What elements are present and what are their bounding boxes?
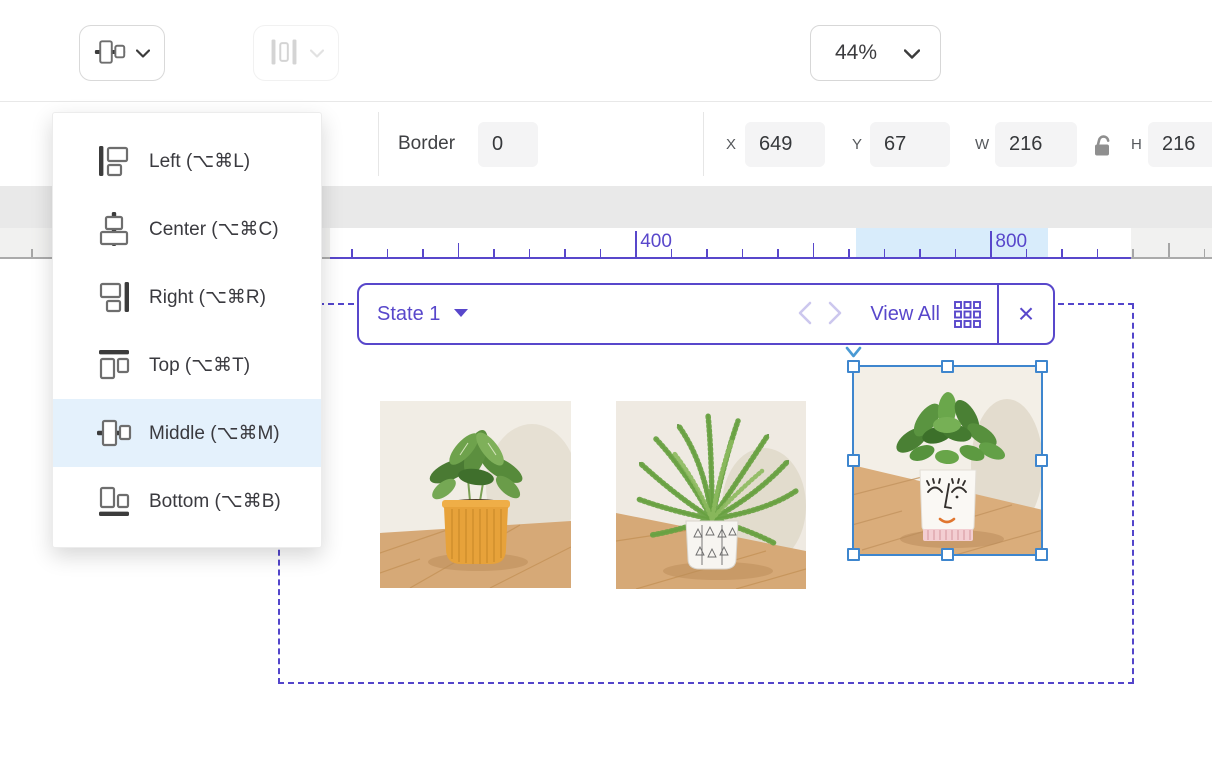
resize-handle-e[interactable] xyxy=(1035,454,1048,467)
border-label: Border xyxy=(398,102,455,186)
carousel-image-2[interactable] xyxy=(616,401,806,589)
view-all-link[interactable]: View All xyxy=(870,303,940,326)
menu-item-label: Top (⌥⌘T) xyxy=(149,354,250,377)
menu-item-label: Middle (⌥⌘M) xyxy=(149,422,280,445)
carousel-image-1[interactable] xyxy=(380,401,571,588)
resize-handle-ne[interactable] xyxy=(1035,360,1048,373)
resize-handle-w[interactable] xyxy=(847,454,860,467)
close-button[interactable]: × xyxy=(999,285,1053,343)
x-label: X xyxy=(726,102,736,186)
resize-handle-se[interactable] xyxy=(1035,548,1048,561)
selection-box[interactable] xyxy=(852,365,1043,556)
menu-item-label: Right (⌥⌘R) xyxy=(149,286,266,309)
h-input[interactable] xyxy=(1148,122,1212,167)
x-input[interactable] xyxy=(745,122,825,167)
align-dropdown-button[interactable] xyxy=(79,25,165,81)
chevron-right-icon xyxy=(827,300,844,329)
zoom-level-value: 44% xyxy=(835,41,877,65)
menu-item-align-left[interactable]: Left (⌥⌘L) xyxy=(53,127,321,195)
resize-handle-n[interactable] xyxy=(941,360,954,373)
caret-down-icon[interactable] xyxy=(454,305,468,323)
menu-item-align-middle[interactable]: Middle (⌥⌘M) xyxy=(53,399,321,467)
resize-handle-sw[interactable] xyxy=(847,548,860,561)
ruler-label: 400 xyxy=(640,231,672,253)
menu-item-align-top[interactable]: Top (⌥⌘T) xyxy=(53,331,321,399)
resize-handle-nw[interactable] xyxy=(847,360,860,373)
grid-icon[interactable] xyxy=(954,301,981,328)
y-label: Y xyxy=(852,102,862,186)
alignment-dropdown-menu: Left (⌥⌘L) Center (⌥⌘C) Right (⌥⌘R) xyxy=(52,112,322,548)
prev-state-button[interactable] xyxy=(796,294,813,334)
align-top-icon xyxy=(96,347,132,383)
w-label: W xyxy=(975,102,989,186)
menu-item-label: Center (⌥⌘C) xyxy=(149,218,279,241)
toolbar-divider xyxy=(703,112,704,176)
component-state-bar: State 1 View All xyxy=(357,283,1055,345)
distribute-dropdown-button[interactable] xyxy=(253,25,339,81)
next-state-button[interactable] xyxy=(827,294,844,334)
toolbar-divider xyxy=(378,112,379,176)
h-label: H xyxy=(1131,102,1142,186)
app-window: 44% Border xyxy=(0,0,1212,766)
zoom-level-select[interactable]: 44% xyxy=(810,25,941,81)
distribute-horizontal-icon xyxy=(268,36,300,71)
align-right-icon xyxy=(96,279,132,315)
menu-item-align-right[interactable]: Right (⌥⌘R) xyxy=(53,263,321,331)
border-width-input[interactable] xyxy=(478,122,538,167)
align-bottom-icon xyxy=(96,483,132,519)
menu-item-label: Bottom (⌥⌘B) xyxy=(149,490,281,513)
y-input[interactable] xyxy=(870,122,950,167)
align-left-icon xyxy=(96,143,132,179)
align-middle-icon xyxy=(94,36,126,71)
unlocked-icon[interactable] xyxy=(1092,133,1114,162)
menu-item-label: Left (⌥⌘L) xyxy=(149,150,250,173)
chevron-left-icon xyxy=(796,300,813,329)
align-middle-icon xyxy=(96,415,132,451)
resize-handle-s[interactable] xyxy=(941,548,954,561)
ruler-label: 800 xyxy=(995,231,1027,253)
w-input[interactable] xyxy=(995,122,1077,167)
menu-item-align-center[interactable]: Center (⌥⌘C) xyxy=(53,195,321,263)
top-toolbar: 44% xyxy=(0,0,1212,102)
menu-item-align-bottom[interactable]: Bottom (⌥⌘B) xyxy=(53,467,321,535)
state-dropdown[interactable]: State 1 xyxy=(377,303,440,326)
align-center-icon xyxy=(96,211,132,247)
chevron-down-icon xyxy=(904,41,920,65)
chevron-down-icon xyxy=(310,46,324,61)
chevron-down-icon xyxy=(136,46,150,61)
